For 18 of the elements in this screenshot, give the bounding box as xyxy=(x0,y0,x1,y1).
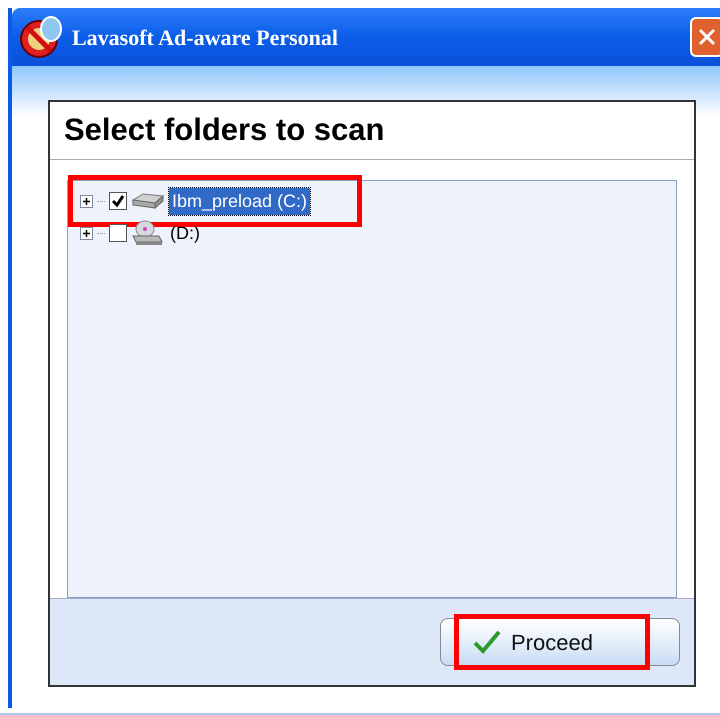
checkbox[interactable] xyxy=(109,224,127,242)
expand-toggle[interactable] xyxy=(80,194,93,208)
app-logo-icon xyxy=(18,14,64,60)
plus-icon xyxy=(82,196,91,206)
cd-drive-icon xyxy=(131,220,163,246)
drive-label[interactable]: Ibm_preload (C:) xyxy=(169,188,310,214)
drive-label[interactable]: (D:) xyxy=(167,220,203,246)
check-icon xyxy=(111,194,125,208)
checkmark-icon xyxy=(473,630,501,654)
panel-heading: Select folders to scan xyxy=(64,111,384,150)
hard-drive-icon xyxy=(131,192,165,210)
expand-toggle[interactable] xyxy=(80,226,93,240)
close-icon xyxy=(697,27,717,47)
window-title: Lavasoft Ad-aware Personal xyxy=(72,24,340,52)
close-button[interactable] xyxy=(690,17,720,57)
plus-icon xyxy=(82,228,91,238)
proceed-button[interactable]: Proceed xyxy=(440,618,680,666)
checkbox[interactable] xyxy=(109,192,127,210)
